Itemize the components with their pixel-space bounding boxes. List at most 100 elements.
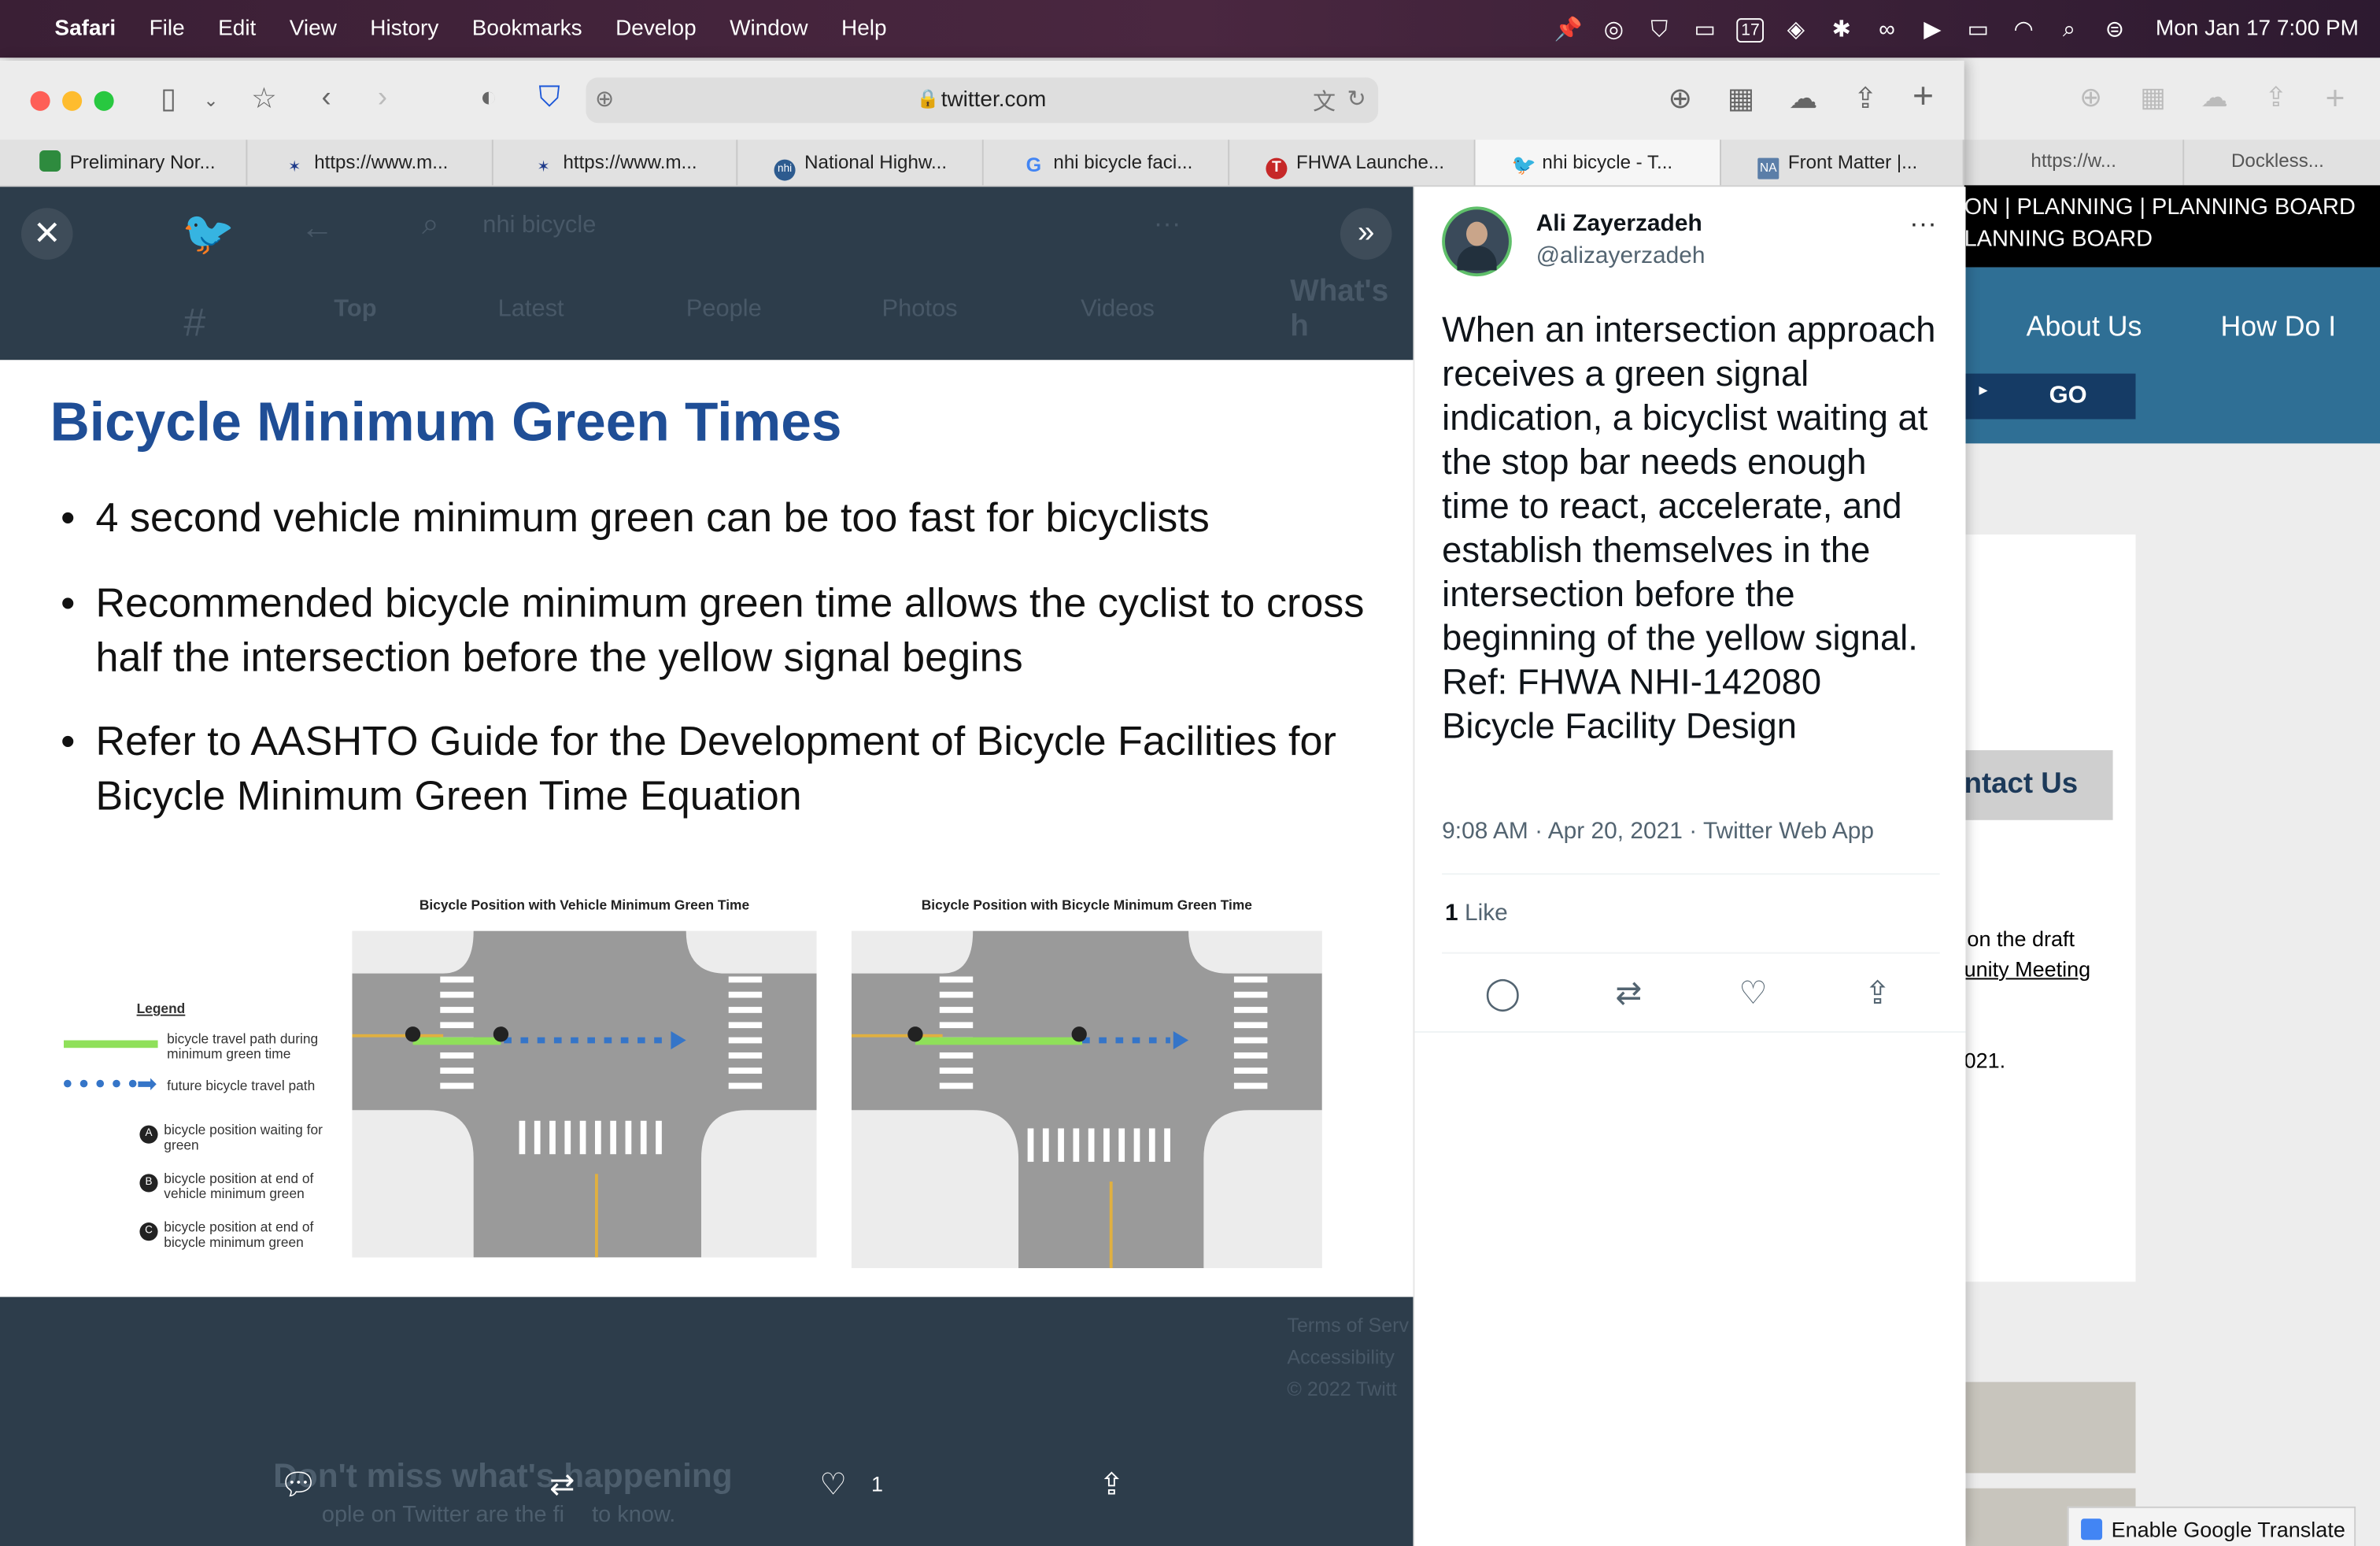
add-icon[interactable]: ⊕ xyxy=(595,85,614,113)
status-icons: 📌 ◎ ⛉ ▭ 17 ◈ ✱ ∞ ▶ ▭ ◠ ⌕ ⊜ Mon Jan 17 7:… xyxy=(1546,0,2359,57)
about-us-link[interactable]: About Us xyxy=(2027,310,2142,343)
marker-c-icon: C xyxy=(139,1222,158,1241)
menu-clock[interactable]: Mon Jan 17 7:00 PM xyxy=(2156,17,2359,41)
close-window-button[interactable] xyxy=(30,91,50,111)
download-icon[interactable]: ⊕ xyxy=(2079,82,2102,114)
menu-bookmarks[interactable]: Bookmarks xyxy=(472,17,582,41)
retweet-icon[interactable]: ⇄ xyxy=(549,1466,575,1503)
calendar-icon[interactable]: 17 xyxy=(1728,15,1773,43)
site-top-nav-line1[interactable]: ON | PLANNING | PLANNING BOARD xyxy=(1964,194,2356,220)
new-tab-icon[interactable]: + xyxy=(2326,79,2345,118)
share-icon[interactable]: ⇪ xyxy=(1855,975,1901,1013)
tweet-author-name[interactable]: Ali Zayerzadeh xyxy=(1536,211,1702,239)
play-icon[interactable]: ▶ xyxy=(1910,15,1956,43)
more-icon: ··· xyxy=(1153,208,1181,239)
menu-view[interactable]: View xyxy=(290,17,337,41)
contact-us-button[interactable]: ntact Us xyxy=(1964,750,2113,820)
bitwarden-shield-icon[interactable]: ⛉ xyxy=(530,82,569,115)
google-translate-button[interactable]: Enable Google Translate xyxy=(2067,1506,2356,1546)
reply-icon[interactable]: 💬︎ xyxy=(279,1466,318,1503)
ghost-whats-happening: What's h xyxy=(1290,275,1389,344)
bullet-dot: • xyxy=(61,579,76,626)
tab-overview-icon[interactable]: ▦ xyxy=(1721,82,1761,117)
divider xyxy=(1442,873,1940,875)
reply-icon[interactable]: ◯ xyxy=(1480,975,1525,1013)
sidebar-icon[interactable]: ▯ xyxy=(149,82,188,117)
background-tab-2[interactable]: Dockless... xyxy=(2231,150,2324,172)
community-meeting-link[interactable]: unity Meeting xyxy=(1964,956,2091,981)
menu-bar: Safari File Edit View History Bookmarks … xyxy=(0,0,2380,58)
site-top-nav-line2[interactable]: LANNING BOARD xyxy=(1964,226,2153,252)
more-options-icon[interactable]: ··· xyxy=(1909,208,1937,240)
menu-help[interactable]: Help xyxy=(841,17,887,41)
battery-icon[interactable]: ▭ xyxy=(1955,15,2001,43)
share-icon[interactable]: ⇪ xyxy=(1846,82,1885,117)
marker-a-icon: A xyxy=(139,1125,158,1144)
legend-item: bicycle position at end of vehicle minim… xyxy=(164,1171,314,1202)
tab-preliminary[interactable]: Preliminary Nor... xyxy=(0,139,248,186)
menu-file[interactable]: File xyxy=(150,17,185,41)
reload-icon[interactable]: ↻ xyxy=(1347,85,1366,113)
tweet-image-slide[interactable]: Bicycle Minimum Green Times • 4 second v… xyxy=(0,360,1414,1297)
tab-national-highway[interactable]: nhi National Highw... xyxy=(737,139,984,186)
tweet-timestamp[interactable]: 9:08 AM · Apr 20, 2021 · Twitter Web App xyxy=(1442,819,1874,846)
background-tab-1[interactable]: https://w... xyxy=(2031,150,2116,172)
chevron-down-icon[interactable]: ⌄ xyxy=(191,90,231,111)
keyboard-icon[interactable]: ▭ xyxy=(1682,15,1728,43)
pin-icon[interactable]: 📌 xyxy=(1546,15,1591,43)
close-viewer-button[interactable]: ✕ xyxy=(20,208,73,260)
bookmark-star-icon[interactable]: ☆ xyxy=(244,82,283,117)
forward-icon[interactable]: › xyxy=(363,82,402,115)
address-bar[interactable]: ⊕ 🔒 twitter.com 文 ↻ xyxy=(586,77,1379,124)
tab-fhwa[interactable]: T FHWA Launche... xyxy=(1229,139,1476,186)
icloud-icon[interactable]: ☁ xyxy=(1783,82,1823,117)
avatar[interactable] xyxy=(1442,206,1512,277)
tab-mwww-1[interactable]: ✶ https://www.m... xyxy=(247,139,493,186)
map-favicon-icon xyxy=(39,150,61,172)
minimize-window-button[interactable] xyxy=(62,91,83,111)
control-center-icon[interactable]: ⊜ xyxy=(2092,15,2138,43)
like-icon[interactable]: ♡ xyxy=(1731,975,1776,1013)
privacy-shield-icon[interactable]: ◐ xyxy=(469,82,508,115)
new-tab-icon[interactable]: + xyxy=(1903,76,1942,118)
creative-cloud-icon[interactable]: ◎ xyxy=(1591,15,1637,43)
tab-front-matter[interactable]: NA Front Matter |... xyxy=(1721,139,1964,186)
zoom-window-button[interactable] xyxy=(94,91,114,111)
tab-overview-icon[interactable]: ▦ xyxy=(2140,82,2166,114)
menu-window[interactable]: Window xyxy=(730,17,808,41)
go-button[interactable]: ▸ GO xyxy=(1964,373,2136,420)
likes-count: 1 xyxy=(1444,901,1458,926)
background-page: ON | PLANNING | PLANNING BOARD LANNING B… xyxy=(1964,185,2380,1546)
cloud-icon[interactable]: ☁ xyxy=(2201,82,2228,114)
like-icon[interactable]: ♡ xyxy=(819,1466,847,1503)
menu-develop[interactable]: Develop xyxy=(615,17,697,41)
menu-history[interactable]: History xyxy=(370,17,438,41)
double-chevron-right-icon: » xyxy=(1357,215,1375,250)
bullet-dot: • xyxy=(61,494,76,541)
collapse-panel-button[interactable]: » xyxy=(1340,208,1392,260)
tab-twitter-active[interactable]: 🐦 nhi bicycle - T... xyxy=(1475,139,1721,186)
wifi-icon[interactable]: ◠ xyxy=(2001,15,2046,43)
retweet-icon[interactable]: ⇄ xyxy=(1606,975,1651,1013)
menu-app-name[interactable]: Safari xyxy=(54,17,116,41)
shield-check-icon[interactable]: ⛉ xyxy=(1636,16,1682,42)
download-icon[interactable]: ⊕ xyxy=(1661,82,1700,117)
bluetooth-icon[interactable]: ✱ xyxy=(1819,15,1864,43)
back-icon[interactable]: ‹ xyxy=(307,82,346,115)
search-icon[interactable]: ⌕ xyxy=(2046,16,2092,42)
viewer-like-count: 1 xyxy=(870,1471,884,1496)
menu-edit[interactable]: Edit xyxy=(218,17,256,41)
layers-icon[interactable]: ◈ xyxy=(1773,15,1819,43)
tab-google-search[interactable]: Gnhi bicycle faci... xyxy=(984,139,1230,186)
site-text: 021. xyxy=(1964,1048,2006,1073)
how-do-i-link[interactable]: How Do I xyxy=(2220,310,2336,343)
likes-stat[interactable]: 1 Like xyxy=(1445,901,1508,928)
share-icon[interactable]: ⇪ xyxy=(1099,1466,1124,1503)
back-arrow-icon: ← xyxy=(300,208,334,246)
share-icon[interactable]: ⇪ xyxy=(2264,82,2287,114)
translate-icon[interactable]: 文 xyxy=(1313,85,1336,117)
glasses-icon[interactable]: ∞ xyxy=(1864,16,1910,42)
tab-mwww-2[interactable]: ✶ https://www.m... xyxy=(493,139,738,186)
tweet-author-handle[interactable]: @alizayerzadeh xyxy=(1536,243,1706,271)
media-viewer-backdrop[interactable]: 🐦 # ← ⌕ nhi bicycle ··· Top Latest Peopl… xyxy=(0,187,1414,1546)
